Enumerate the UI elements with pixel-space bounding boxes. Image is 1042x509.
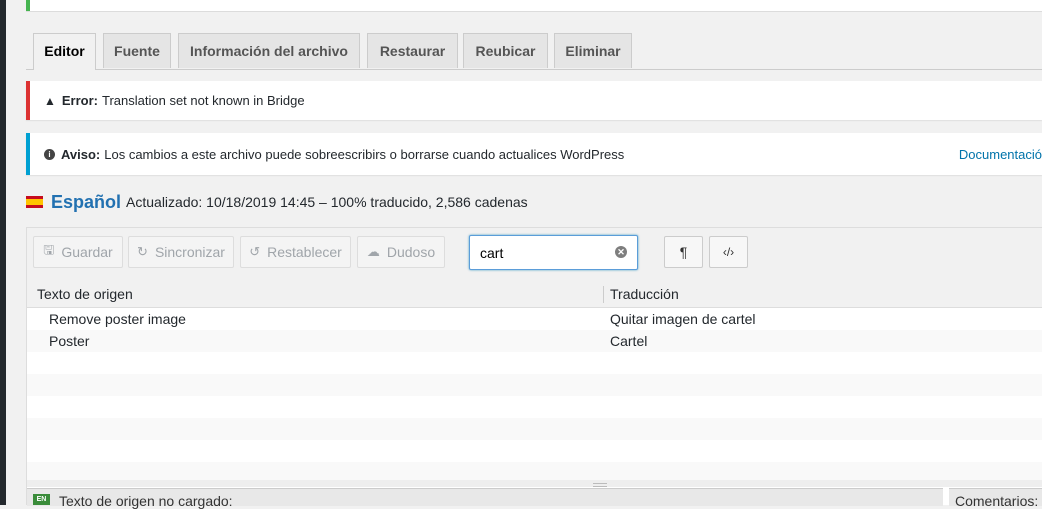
empty-row (27, 440, 1042, 462)
comments-pane-header: Comentarios: (949, 488, 1042, 509)
error-notice-bar (26, 81, 30, 120)
empty-row (27, 374, 1042, 396)
warning-label: Aviso: (61, 146, 101, 162)
code-view-button[interactable]: ‹/› (709, 236, 748, 268)
floppy-icon: 🖫 (43, 242, 55, 257)
revert-label: Restablecer (267, 244, 342, 260)
language-status: Actualizado: 10/18/2019 14:45 – 100% tra… (126, 194, 528, 210)
error-label: Error: (61, 93, 99, 108)
table-row[interactable]: Poster Cartel (27, 330, 1042, 352)
tab-restaurar[interactable]: Restaurar (367, 33, 458, 68)
table-row[interactable]: Remove poster image Quitar imagen de car… (27, 308, 1042, 330)
pilcrow-icon: ¶ (679, 244, 688, 260)
tab-reubicar[interactable]: Reubicar (463, 33, 548, 68)
tab-editor[interactable]: Editor (33, 33, 96, 70)
undo-icon: ↺ (249, 244, 261, 259)
sync-label: Sincronizar (154, 244, 225, 260)
language-name[interactable]: Español (51, 192, 121, 213)
pane-resize-handle[interactable] (27, 480, 1042, 487)
warning-message: Los cambios a este archivo puede sobrees… (104, 146, 625, 162)
fuzzy-label: Dudoso (386, 244, 436, 260)
admin-sidebar-edge (0, 0, 6, 505)
source-cell: Poster (49, 333, 90, 349)
revert-button[interactable]: ↺ Restablecer (240, 236, 351, 268)
top-notice-remnant (26, 0, 1042, 12)
editor-toolbar: 🖫 Guardar ↻ Sincronizar ↺ Restablecer ☁ … (27, 227, 1042, 284)
empty-row (27, 352, 1042, 374)
comments-pane-label: Comentarios: (955, 493, 1039, 509)
language-header: Español Actualizado: 10/18/2019 14:45 – … (26, 191, 528, 213)
file-tabs: Editor Fuente Información del archivo Re… (26, 33, 1042, 70)
warning-notice-bar (26, 133, 30, 175)
grid-header: Texto de origen Traducción (27, 282, 1042, 308)
translation-rows: Remove poster image Quitar imagen de car… (27, 308, 1042, 484)
save-label: Guardar (61, 244, 113, 260)
target-cell: Quitar imagen de cartel (610, 311, 756, 327)
info-icon: i (44, 148, 55, 160)
source-column-header[interactable]: Texto de origen (37, 282, 133, 307)
target-column-header[interactable]: Traducción (610, 282, 679, 307)
column-divider[interactable] (603, 286, 604, 303)
documentation-link[interactable]: Documentació (959, 133, 1042, 175)
search-input[interactable] (470, 236, 618, 269)
spain-flag-icon (26, 196, 43, 208)
success-notice-bar (26, 0, 30, 11)
save-button[interactable]: 🖫 Guardar (33, 236, 123, 268)
source-pane-header: EN Texto de origen no cargado: (27, 488, 943, 509)
sync-button[interactable]: ↻ Sincronizar (128, 236, 234, 268)
error-notice: ▲ Error: Translation set not known in Br… (26, 81, 1042, 120)
target-cell: Cartel (610, 333, 648, 349)
source-cell: Remove poster image (49, 311, 186, 327)
warning-notice: i Aviso: Los cambios a este archivo pued… (26, 133, 1042, 175)
empty-row (27, 396, 1042, 418)
clear-search-icon[interactable]: ✕ (615, 246, 627, 258)
sync-icon: ↻ (137, 244, 148, 259)
fuzzy-button[interactable]: ☁ Dudoso (357, 236, 445, 268)
search-field[interactable]: ✕ (469, 235, 638, 270)
grip-icon (593, 483, 607, 487)
tab-file-info[interactable]: Información del archivo (178, 33, 360, 68)
translation-editor: 🖫 Guardar ↻ Sincronizar ↺ Restablecer ☁ … (26, 227, 1042, 509)
error-message: Translation set not known in Bridge (102, 93, 305, 108)
warning-icon: ▲ (44, 93, 56, 108)
tab-eliminar[interactable]: Eliminar (554, 33, 632, 68)
invisibles-button[interactable]: ¶ (664, 236, 703, 268)
code-icon: ‹/› (722, 245, 735, 259)
english-flag-icon: EN (33, 494, 50, 505)
cloud-icon: ☁ (366, 244, 380, 259)
empty-row (27, 418, 1042, 440)
tab-fuente[interactable]: Fuente (103, 33, 171, 68)
source-pane-label: Texto de origen no cargado: (59, 493, 233, 509)
